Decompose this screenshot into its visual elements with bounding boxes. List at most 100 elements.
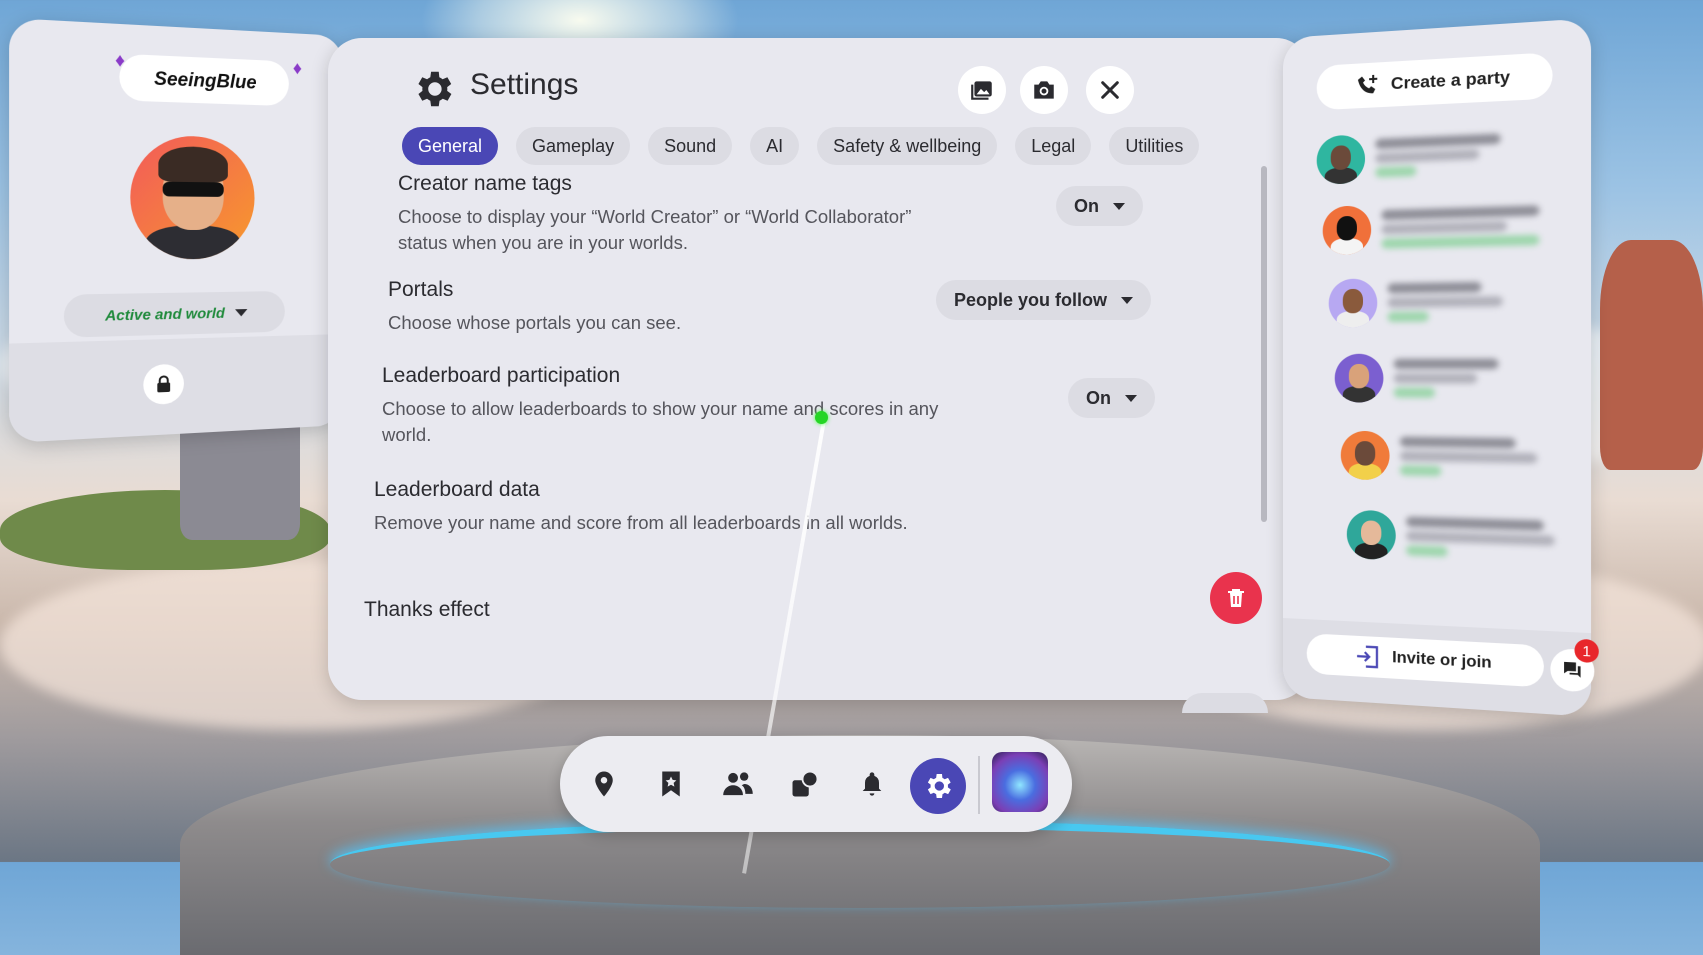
creator-name-tags-dropdown[interactable]: On	[1056, 186, 1143, 226]
settings-scrollbar[interactable]	[1261, 166, 1267, 522]
setting-description: Choose to allow leaderboards to show you…	[382, 398, 939, 445]
profile-username[interactable]: SeeingBlue	[119, 53, 289, 107]
setting-title: Creator name tags	[398, 172, 572, 195]
profile-card: ♦ ♦ SeeingBlue Active and world	[9, 18, 344, 443]
friend-info-redacted	[1406, 512, 1555, 565]
setting-creator-name-tags: Creator name tags Choose to display your…	[398, 172, 958, 256]
camera-button[interactable]	[1020, 66, 1068, 114]
setting-portals: Portals Choose whose portals you can see…	[388, 278, 948, 336]
dock-divider	[978, 756, 980, 814]
tab-sound[interactable]: Sound	[648, 127, 733, 165]
bottom-dock	[560, 736, 1072, 832]
settings-tabs: General Gameplay Sound AI Safety & wellb…	[402, 127, 1200, 165]
tab-general[interactable]: General	[402, 127, 499, 165]
tab-utilities[interactable]: Utilities	[1109, 127, 1200, 165]
gear-icon	[927, 774, 951, 798]
dock-notifications-button[interactable]	[848, 760, 896, 808]
setting-leaderboard-data: Leaderboard data Remove your name and sc…	[374, 478, 934, 536]
friend-info-redacted	[1393, 354, 1499, 402]
tab-safety-wellbeing[interactable]: Safety & wellbeing	[817, 127, 998, 165]
chevron-down-icon	[1113, 202, 1125, 210]
setting-leaderboard-participation: Leaderboard participation Choose to allo…	[382, 364, 942, 448]
dock-saved-button[interactable]	[647, 760, 695, 808]
shapes-icon	[792, 770, 819, 797]
profile-footer	[9, 334, 344, 443]
friend-avatar	[1322, 205, 1372, 256]
create-party-button[interactable]: Create a party	[1316, 52, 1553, 111]
setting-title: Leaderboard participation	[382, 364, 621, 387]
friend-avatar	[1328, 278, 1378, 328]
setting-description: Choose to display your “World Creator” o…	[398, 206, 912, 253]
chevron-down-icon	[1121, 296, 1134, 304]
dropdown-value: People you follow	[954, 289, 1108, 310]
setting-title: Portals	[388, 278, 454, 301]
camera-icon	[1034, 81, 1054, 99]
people-panel: Create a party Invite or join 1	[1283, 18, 1599, 717]
gallery-icon	[971, 81, 992, 100]
unread-badge: 1	[1574, 638, 1599, 664]
gallery-button[interactable]	[958, 66, 1006, 114]
gear-icon	[418, 71, 452, 107]
tab-gameplay[interactable]: Gameplay	[516, 127, 631, 165]
friend-avatar	[1340, 430, 1390, 481]
friend-list-item[interactable]	[1340, 430, 1538, 484]
setting-title: Leaderboard data	[374, 478, 540, 501]
profile-avatar[interactable]	[130, 134, 255, 260]
gem-icon: ♦	[292, 57, 302, 79]
chevron-down-icon	[1125, 394, 1137, 402]
friend-info-redacted	[1399, 432, 1538, 482]
invite-or-join-label: Invite or join	[1392, 648, 1492, 672]
setting-description: Choose whose portals you can see.	[388, 312, 682, 333]
thanks-effect-dropdown[interactable]	[1182, 693, 1268, 713]
platform-glow	[330, 820, 1390, 908]
chat-bubbles-icon	[1564, 661, 1581, 678]
chevron-down-icon	[235, 308, 248, 316]
friend-list-item[interactable]	[1322, 200, 1540, 256]
tab-legal[interactable]: Legal	[1015, 127, 1092, 165]
friend-list-item[interactable]	[1334, 353, 1499, 403]
lock-icon	[154, 374, 173, 393]
dock-shapes-button[interactable]	[781, 760, 829, 808]
dropdown-value: On	[1086, 387, 1111, 408]
delete-leaderboard-data-button[interactable]	[1210, 572, 1262, 624]
dock-settings-button[interactable]	[910, 758, 966, 814]
rock-cliff	[1600, 240, 1703, 470]
friend-info-redacted	[1387, 277, 1503, 326]
trash-icon	[1228, 589, 1244, 607]
pointer-cursor	[815, 411, 828, 424]
setting-description: Remove your name and score from all lead…	[374, 512, 908, 533]
leaderboard-participation-dropdown[interactable]: On	[1068, 378, 1155, 418]
dock-people-button[interactable]	[714, 760, 762, 808]
friend-list-item[interactable]	[1316, 128, 1501, 185]
portals-dropdown[interactable]: People you follow	[936, 280, 1152, 320]
setting-thanks-effect: Thanks effect	[364, 598, 490, 622]
friend-avatar	[1346, 509, 1396, 561]
setting-title: Thanks effect	[364, 598, 490, 621]
close-icon	[1101, 81, 1119, 99]
chat-button[interactable]: 1	[1550, 638, 1599, 693]
dropdown-value: On	[1074, 195, 1099, 216]
friend-avatar	[1316, 134, 1366, 185]
friend-list-item[interactable]	[1346, 509, 1555, 566]
friend-list-item[interactable]	[1328, 276, 1503, 328]
presence-status-dropdown[interactable]: Active and world	[63, 290, 285, 338]
lock-button[interactable]	[143, 363, 184, 406]
bell-icon	[862, 772, 882, 796]
close-button[interactable]	[1086, 66, 1134, 114]
page-title: Settings	[470, 68, 579, 101]
friend-avatar	[1334, 353, 1384, 403]
friend-info-redacted	[1381, 201, 1540, 253]
enter-door-icon	[1355, 643, 1381, 671]
create-party-label: Create a party	[1390, 67, 1511, 94]
invite-or-join-button[interactable]: Invite or join	[1306, 633, 1544, 688]
current-world-thumbnail[interactable]	[992, 752, 1048, 812]
dock-location-button[interactable]	[580, 760, 628, 808]
settings-panel: Settings General Gameplay Sound AI Safet…	[328, 38, 1310, 713]
friend-info-redacted	[1375, 129, 1501, 181]
phone-add-icon	[1358, 72, 1380, 95]
location-pin-icon	[595, 771, 613, 797]
presence-status-label: Active and world	[105, 304, 225, 324]
bookmark-star-icon	[662, 771, 680, 797]
people-icon	[723, 772, 753, 796]
tab-ai[interactable]: AI	[750, 127, 800, 165]
